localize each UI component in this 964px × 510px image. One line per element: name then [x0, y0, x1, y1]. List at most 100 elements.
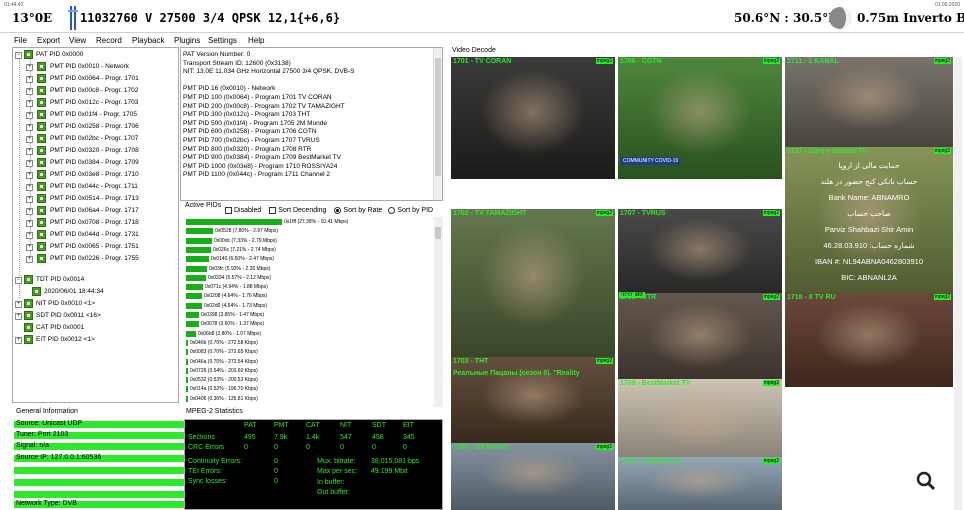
folder-icon: [37, 194, 46, 203]
sort-desc-checkbox[interactable]: Sort Decending: [269, 207, 326, 214]
tree-node-pmt[interactable]: + PMT PID 0x0065 - Progr. 1751: [13, 241, 178, 253]
tree-node-pmt[interactable]: + PMT PID 0x0708 - Progr. 1718: [13, 217, 178, 229]
codec-badge: mpeg2: [595, 358, 613, 364]
tree-node-tdt[interactable]: − TDT PID 0x0014: [13, 274, 178, 286]
video-scrollbar[interactable]: [954, 57, 962, 510]
pid-rate-label: 0x0398 (3.85% - 1.47 Mbps): [201, 312, 265, 318]
menu-playback[interactable]: Playback: [132, 36, 164, 45]
tree-node-pmt[interactable]: + PMT PID 0x0258 - Progr. 1706: [13, 121, 178, 133]
video-tile[interactable]: 1711 - 2 KANAL mpeg2: [785, 57, 953, 147]
tree-node-pmt[interactable]: + PMT PID 0x044c - Progr. 1711: [13, 181, 178, 193]
tree-node-tdt-time[interactable]: 2020/06/01 18:44:34: [13, 286, 178, 298]
video-tile-label: 1707 - TVRUS: [620, 210, 666, 217]
video-tile-label: 1705 - 2M Monde: [453, 444, 510, 451]
tree-node-pat[interactable]: − PAT PID 0x0000: [13, 49, 178, 61]
video-tile[interactable]: 1703 - THT mpeg2 Реальные Пацаны (сезон 8)…: [451, 357, 615, 443]
cgtn-caption: COMMUNITY COVID-19: [621, 157, 681, 165]
tree-node-pmt[interactable]: + PMT PID 0x012c - Progr. 1703: [13, 97, 178, 109]
video-tile-label: 1703 - THT: [453, 358, 489, 365]
pid-rate-bar: [186, 265, 207, 272]
mpeg2-stats-panel: PAT PMT CAT NIT SDT EIT Sections 495 7.9…: [184, 419, 443, 510]
video-tile[interactable]: 1718 - 8 TV RU mpeg2: [785, 293, 953, 387]
zoom-icon[interactable]: [916, 471, 936, 491]
sort-rate-radio[interactable]: Sort by Rate: [334, 207, 382, 214]
pid-tree[interactable]: − PAT PID 0x0000 + PMT PID 0x0010 - Netwo…: [12, 47, 179, 403]
tree-node-pmt[interactable]: + PMT PID 0x0226 - Progr. 1755: [13, 253, 178, 265]
pid-rate-label: 0x0078 (3.60% - 1.37 Mbps): [201, 321, 265, 328]
detail-line: Transport Stream ID: 12600 (0x3138): [183, 59, 291, 67]
video-frame: [451, 57, 615, 179]
tree-node-pmt[interactable]: + PMT PID 0x0010 - Network: [13, 61, 178, 73]
video-tile[interactable]: 1707 - TVRUS mpeg2 user afd: [618, 209, 782, 299]
video-tile-label: 1709 - BestMarket TV: [620, 380, 691, 387]
menu-bar: File Export View Record Playback Plugins…: [0, 34, 964, 46]
tree-node-pmt[interactable]: + PMT PID 0x0384 - Progr. 1709: [13, 157, 178, 169]
menu-help[interactable]: Help: [248, 36, 264, 45]
detail-line: PMT PID 600 (0x0258) - Program 1706 CGTN: [183, 128, 317, 136]
folder-icon: [37, 254, 46, 263]
menu-plugins[interactable]: Plugins: [174, 36, 200, 45]
menu-view[interactable]: View: [69, 36, 86, 45]
tree-node-sdt[interactable]: + SDT PID 0x0011 <16>: [13, 310, 178, 322]
folder-icon: [37, 86, 46, 95]
disabled-checkbox[interactable]: Disabled: [225, 207, 261, 214]
codec-badge: mpeg2: [933, 148, 951, 154]
sort-pid-radio[interactable]: Sort by PID: [388, 207, 433, 214]
tree-node-nit[interactable]: + NIT PID 0x0010 <1>: [13, 298, 178, 310]
video-tile[interactable]: 1705 - 2M Monde mpeg2: [451, 443, 615, 510]
pid-rate-bar: [186, 246, 211, 253]
tree-node-pmt[interactable]: + PMT PID 0x0320 - Progr. 1708: [13, 145, 178, 157]
video-tile[interactable]: 1702 - TV TAMAZIGHT mpeg2: [451, 209, 615, 357]
folder-icon: [24, 323, 33, 332]
menu-export[interactable]: Export: [37, 36, 60, 45]
codec-badge: mpeg2: [762, 210, 780, 216]
tree-node-cat[interactable]: CAT PID 0x0001: [13, 322, 178, 334]
folder-icon: [37, 170, 46, 179]
details-scrollbar[interactable]: [433, 48, 442, 200]
details-panel[interactable]: PAT Version Number: 0 Transport Stream ID…: [180, 47, 443, 201]
pid-rate-label: 0x0532 (0.53% - 200.53 Kbps): [190, 377, 258, 384]
pid-rate-label: 0x02d0 (4.54% - 1.73 Mbps): [204, 302, 268, 309]
tree-node-pmt[interactable]: + PMT PID 0x00c8 - Progr. 1702: [13, 85, 178, 97]
tree-node-pmt[interactable]: + PMT PID 0x0514 - Progr. 1713: [13, 193, 178, 205]
folder-icon: [37, 98, 46, 107]
mpeg2-title: MPEG-2 Statistics: [186, 408, 243, 415]
tree-node-pmt[interactable]: + PMT PID 0x06a4 - Progr. 1717: [13, 205, 178, 217]
info-network-type: Network Type: DVB: [16, 500, 77, 507]
tree-node-eit[interactable]: + EIT PID 0x0012 <1>: [13, 334, 178, 346]
detail-line: NIT: 13.0E 11.034 GHz Horizontal 27500 3…: [183, 68, 355, 76]
video-tile[interactable]: 1708 - RTR mpeg2: [618, 293, 782, 387]
menu-record[interactable]: Record: [96, 36, 122, 45]
folder-icon: [37, 242, 46, 251]
tree-node-pmt[interactable]: + PMT PID 0x02bc - Progr. 1707: [13, 133, 178, 145]
tree-node-pmt[interactable]: + PMT PID 0x0064 - Progr. 1701: [13, 73, 178, 85]
detail-line: PAT Version Number: 0: [183, 51, 251, 58]
pid-rate-bar: [186, 219, 282, 225]
info-signal: Signal: n/a: [16, 442, 50, 449]
video-tile[interactable]: 1717 - Ganj e Hozour TV mpeg2 حمایت مالی ا…: [785, 147, 953, 297]
tree-node-pmt[interactable]: + PMT PID 0x044d - Progr. 1731: [13, 229, 178, 241]
detail-line: PMT PID 800 (0x0320) - Program 1708 RTR: [183, 145, 312, 153]
signal-icon: [68, 6, 78, 30]
video-tile[interactable]: 1706 - CGTN mpeg2 COMMUNITY COVID-19: [618, 57, 782, 179]
video-tile[interactable]: 1701 - TV CORAN mpeg2: [451, 57, 615, 179]
menu-file[interactable]: File: [14, 36, 27, 45]
ganj-text-line: 46.28.03.910 :شماره حساب: [823, 241, 915, 250]
pids-scrollbar[interactable]: [434, 217, 443, 407]
pid-rate-bar: [186, 302, 202, 309]
tuning-info: 11032760 V 27500 3/4 QPSK 12,1{+6,6}: [80, 11, 341, 25]
ganj-text-line: حمایت مالی از اروپا: [838, 161, 900, 170]
detail-line: PMT PID 1100 (0x044c) - Program 1711 Cha…: [183, 171, 331, 179]
video-tile[interactable]: 1710 - ROSSIYA 24 mpeg2: [618, 457, 782, 510]
video-tile[interactable]: 1709 - BestMarket TV mpeg2: [618, 379, 782, 465]
video-frame: [451, 209, 615, 357]
video-frame: [785, 57, 953, 147]
menu-settings[interactable]: Settings: [208, 36, 237, 45]
detail-line: PMT PID 16 (0x0010) - Network: [183, 85, 276, 93]
tree-node-pmt[interactable]: + PMT PID 0x03e8 - Progr. 1710: [13, 169, 178, 181]
tree-node-pmt[interactable]: + PMT PID 0x01f4 - Progr. 1705: [13, 109, 178, 121]
active-pids-list[interactable]: 0x1fff (27.38% - 10.41 Mbps) 0x0528 (7.80…: [184, 217, 443, 407]
pid-rate-label: 0x06b8 (2.80% - 1.07 Mbps): [198, 330, 262, 337]
folder-icon: [37, 182, 46, 191]
pid-rate-bar: [186, 228, 213, 235]
